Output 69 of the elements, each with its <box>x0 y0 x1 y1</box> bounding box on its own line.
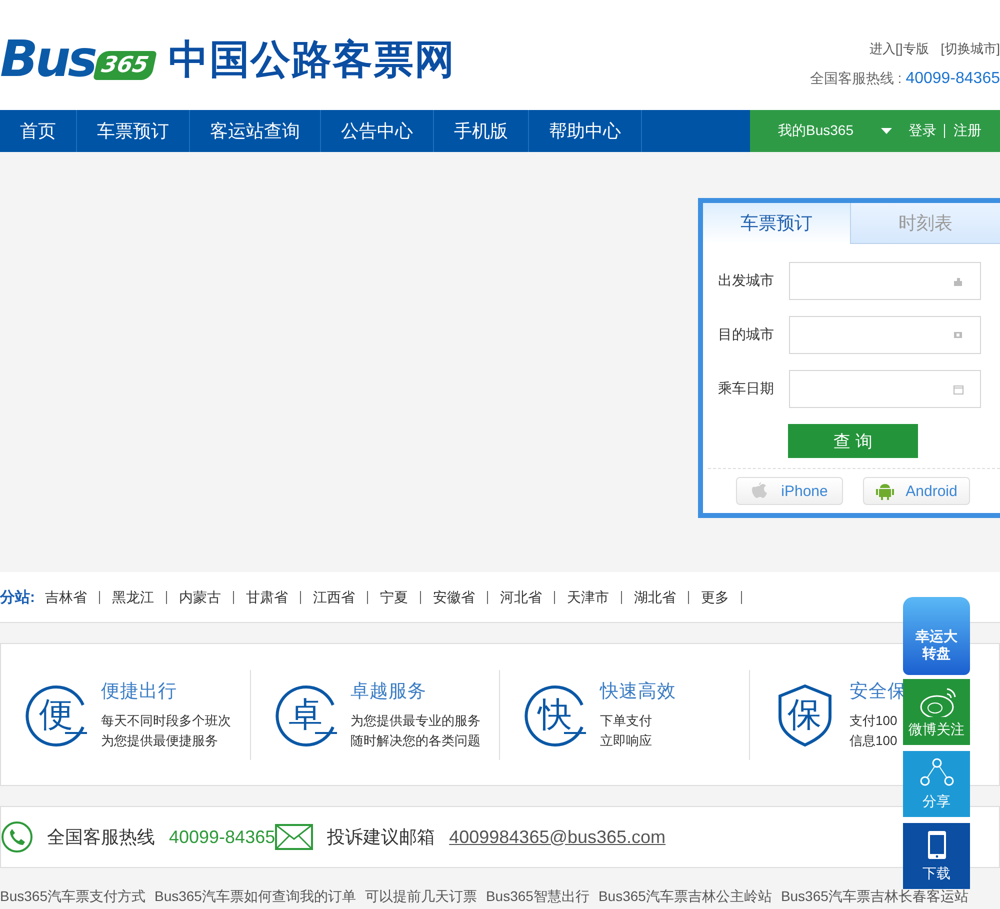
logo-text: Bus <box>0 30 94 88</box>
nav-tab[interactable]: 首页 <box>0 110 77 152</box>
field-label: 目的城市 <box>718 326 775 344</box>
branch-link[interactable]: 内蒙古 <box>179 590 234 604</box>
hotline-number: 40099-84365 <box>906 70 1000 88</box>
feature-title: 快速高效 <box>600 679 676 703</box>
branch-link[interactable]: 宁夏 <box>380 590 421 604</box>
footer-link[interactable]: Bus365汽车票支付方式 <box>0 888 146 906</box>
special-link[interactable]: 进入[]专版 <box>870 40 929 58</box>
footer-link[interactable]: Bus365汽车票吉林长春客运站 <box>780 888 968 906</box>
hotline-number: 40099-84365 <box>169 826 276 848</box>
app-download-button[interactable]: Android <box>863 477 970 505</box>
feature-text: 每天不同时段多个班次 <box>101 712 231 730</box>
feature-text: 为您提供最专业的服务 <box>350 712 480 730</box>
login-link[interactable]: 登录 <box>908 122 936 140</box>
feature-text: 为您提供最便捷服务 <box>101 732 219 750</box>
footer-link[interactable]: 可以提前几天订票 <box>364 888 477 906</box>
branch-link[interactable]: 天津市 <box>567 590 622 604</box>
search-button[interactable]: 查 询 <box>788 424 918 458</box>
field-label: 乘车日期 <box>718 380 775 398</box>
site-title: 中国公路客票网 <box>168 36 456 84</box>
feature-text: 支付100 <box>850 712 898 730</box>
feature-text: 下单支付 <box>600 712 653 730</box>
feature-text: 随时解决您的各类问题 <box>350 732 480 750</box>
branch-link[interactable]: 江西省 <box>313 590 368 604</box>
nav-tab[interactable]: 客运站查询 <box>190 110 321 152</box>
caret-icon[interactable] <box>881 128 892 134</box>
register-link[interactable]: 注册 <box>953 122 982 140</box>
footer-link[interactable]: Bus365智慧出行 <box>486 888 590 906</box>
branch-link[interactable]: 黑龙江 <box>112 590 167 604</box>
feature-title: 卓越服务 <box>350 679 428 703</box>
contact-label: 全国客服热线 <box>47 826 155 849</box>
building-icon <box>953 276 964 286</box>
branch-link[interactable]: 安徽省 <box>433 590 488 604</box>
location-icon <box>953 330 964 340</box>
input-field[interactable] <box>789 262 981 300</box>
nav-tab[interactable]: 帮助中心 <box>529 110 642 152</box>
hotline-label: 全国客服热线 : <box>810 70 902 88</box>
input-field[interactable] <box>789 316 981 354</box>
mail-icon <box>275 824 314 850</box>
nav-tab[interactable]: 手机版 <box>434 110 529 152</box>
android-icon <box>876 482 894 500</box>
branch-link[interactable]: 吉林省 <box>45 590 100 604</box>
calendar-icon <box>953 384 964 394</box>
feature-text: 立即响应 <box>600 732 653 750</box>
branch-label: 分站: <box>0 588 35 606</box>
nav-tab[interactable]: 车票预订 <box>77 110 190 152</box>
account-menu[interactable]: 我的Bus365 <box>778 122 854 140</box>
branch-link[interactable]: 河北省 <box>500 590 555 604</box>
branch-link[interactable]: 甘肃省 <box>246 590 301 604</box>
footer-link[interactable]: Bus365汽车票吉林公主岭站 <box>598 888 772 906</box>
lucky-wheel-badge[interactable]: 幸运大转盘 <box>903 597 970 675</box>
input-field[interactable] <box>789 370 981 408</box>
field-label: 出发城市 <box>718 272 775 290</box>
feature-text: 信息100 <box>850 732 898 750</box>
phone-icon <box>1 821 33 853</box>
booking-tab[interactable]: 车票预订 <box>703 203 851 244</box>
switch-city-link[interactable]: [切换城市] <box>940 40 1000 58</box>
email-link[interactable]: 4009984365@bus365.com <box>449 826 666 848</box>
feature-title: 便捷出行 <box>101 679 178 703</box>
apple-icon <box>751 482 770 500</box>
float-button[interactable]: 微博关注 <box>903 679 970 745</box>
contact-label: 投诉建议邮箱 <box>327 826 436 849</box>
app-download-button[interactable]: iPhone <box>736 477 843 505</box>
branch-link[interactable]: 更多 <box>701 590 742 604</box>
footer-link[interactable]: Bus365汽车票如何查询我的订单 <box>154 888 356 906</box>
nav-tab[interactable]: 公告中心 <box>321 110 434 152</box>
branch-link[interactable]: 湖北省 <box>634 590 689 604</box>
float-button[interactable]: 下载 <box>903 823 970 889</box>
